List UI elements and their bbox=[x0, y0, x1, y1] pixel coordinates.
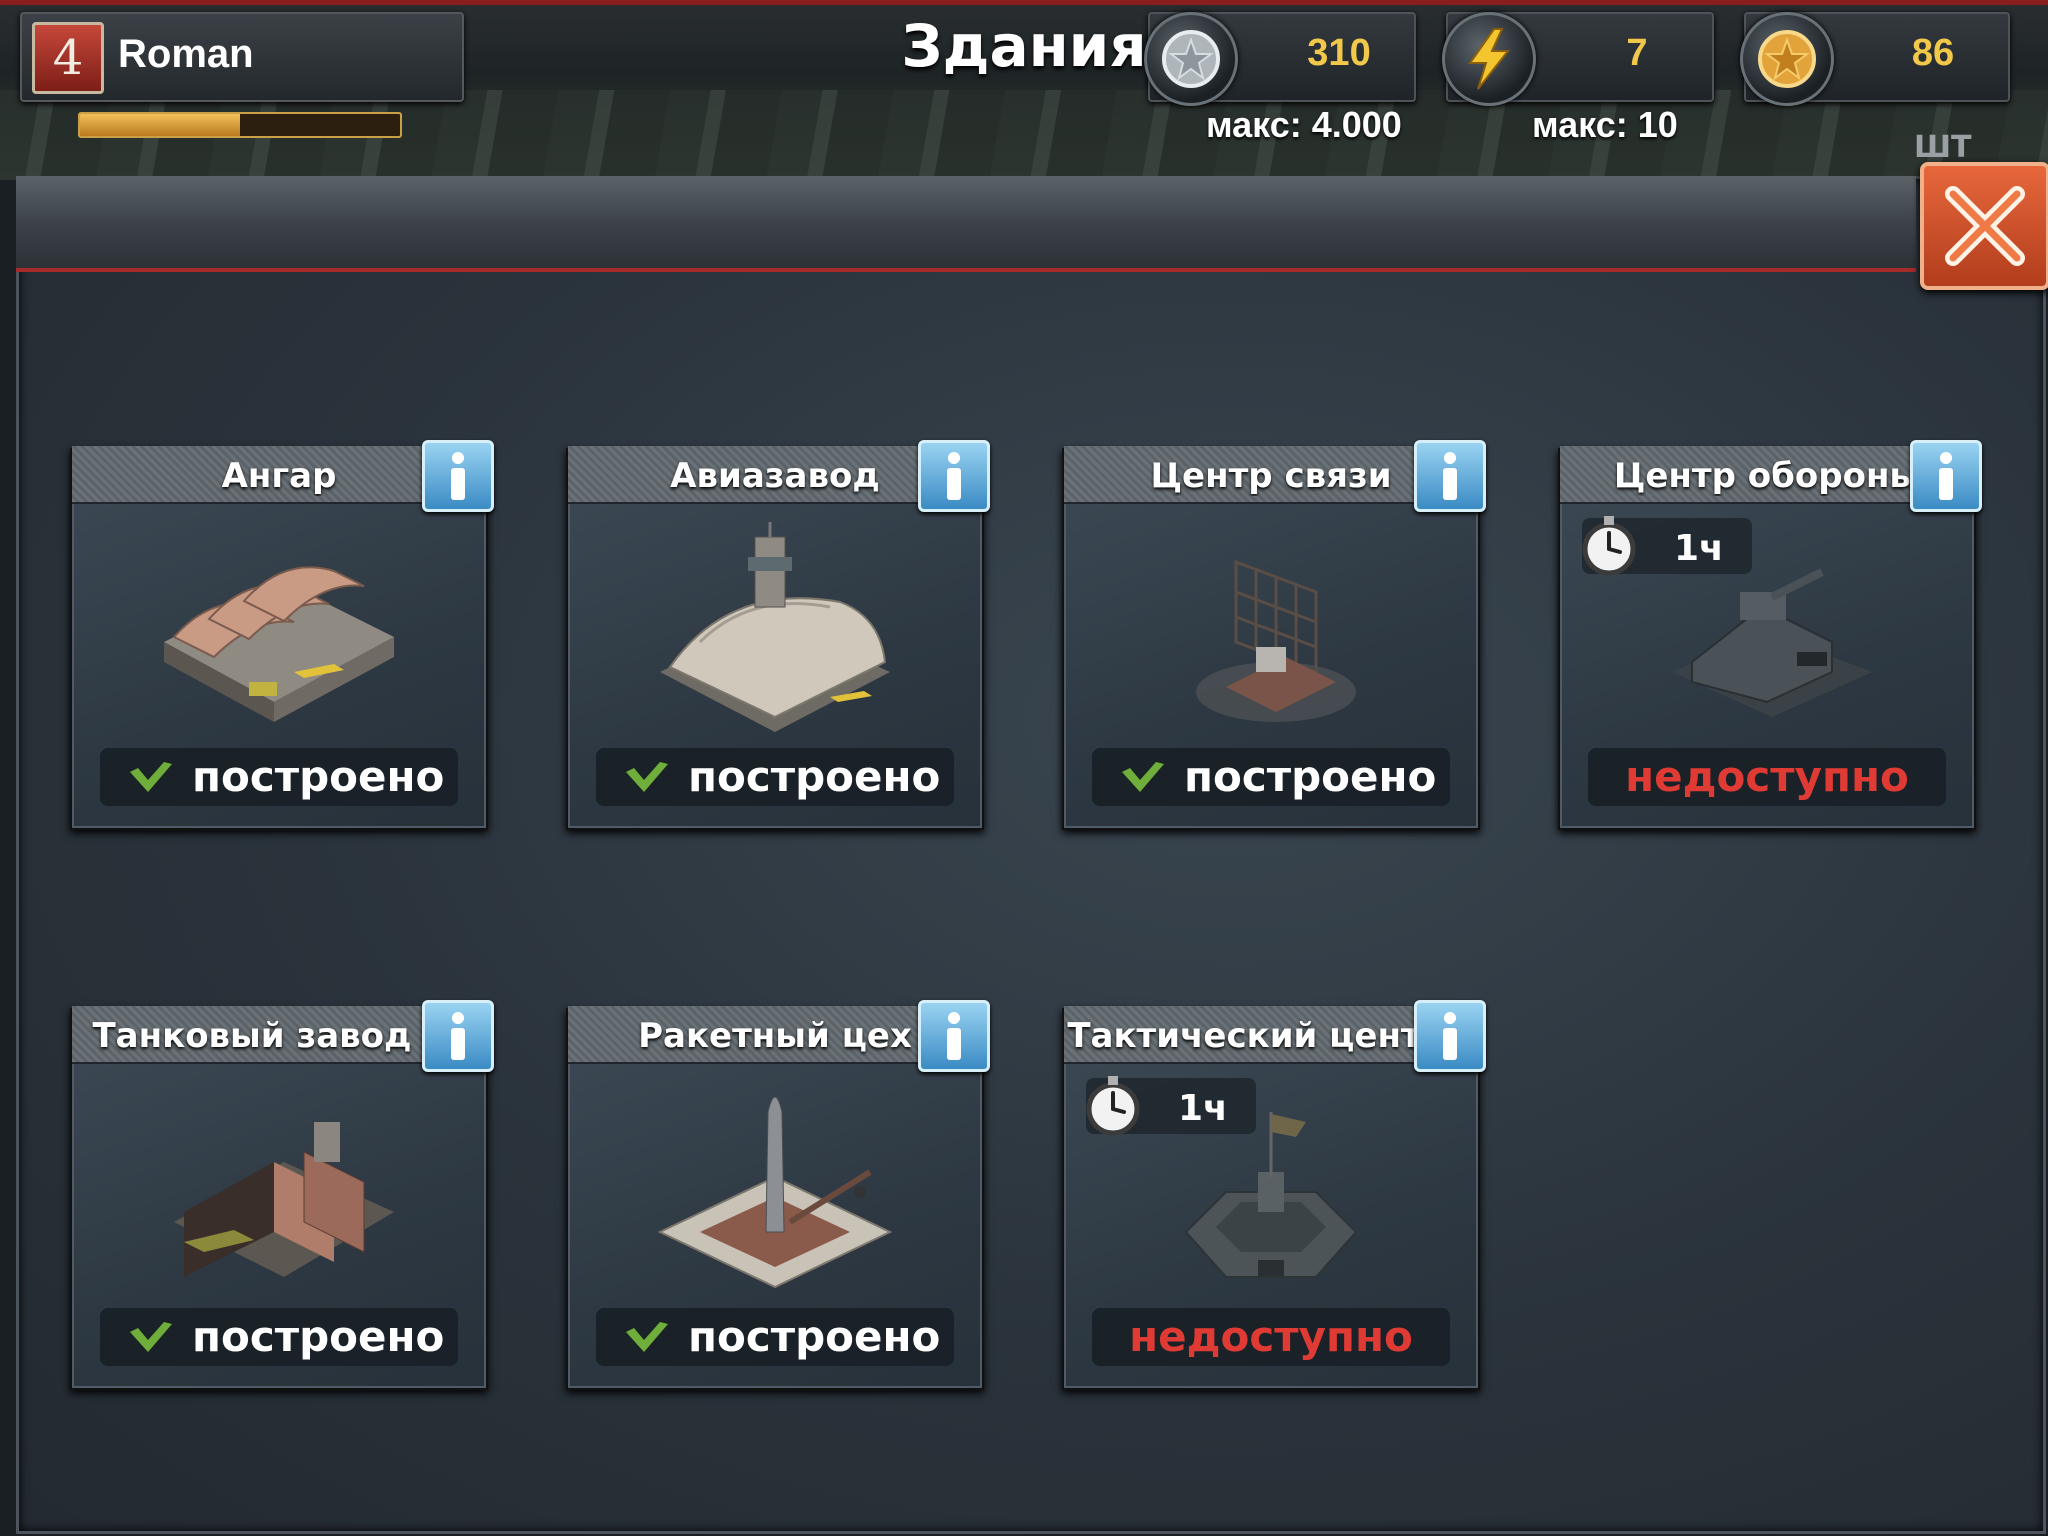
hangar-building-icon bbox=[144, 522, 414, 742]
checkmark-icon bbox=[130, 1322, 172, 1352]
xp-progress-bar bbox=[78, 112, 402, 138]
status-label: построено bbox=[688, 752, 941, 801]
status-label: построено bbox=[192, 1312, 445, 1361]
status-label: недоступно bbox=[1625, 752, 1909, 801]
building-card-tank-factory[interactable]: Танковый завод построено bbox=[70, 1000, 494, 1390]
silver-star-coin-icon bbox=[1144, 12, 1238, 106]
info-button[interactable] bbox=[918, 1000, 990, 1072]
close-button[interactable] bbox=[1920, 162, 2048, 290]
close-x-icon bbox=[1945, 186, 2025, 266]
status-row: построено bbox=[596, 1308, 954, 1366]
info-button[interactable] bbox=[918, 440, 990, 512]
status-label: построено bbox=[688, 1312, 941, 1361]
rocket-launch-pad-icon bbox=[640, 1082, 910, 1302]
info-button[interactable] bbox=[422, 440, 494, 512]
status-label: недоступно bbox=[1129, 1312, 1413, 1361]
tactical-center-icon bbox=[1136, 1082, 1406, 1302]
building-card-rocket-workshop[interactable]: Ракетный цех построено bbox=[566, 1000, 990, 1390]
energy-resource[interactable]: 7 bbox=[1442, 12, 1714, 106]
info-icon bbox=[947, 1012, 961, 1060]
status-row: построено bbox=[596, 748, 954, 806]
player-name: Roman bbox=[118, 32, 254, 76]
status-row: построено bbox=[100, 1308, 458, 1366]
energy-max: макс: 10 bbox=[1532, 104, 1678, 145]
energy-value: 7 bbox=[1626, 32, 1648, 74]
gold-resource[interactable]: 86 bbox=[1740, 12, 2010, 106]
checkmark-icon bbox=[1122, 762, 1164, 792]
status-row: недоступно bbox=[1092, 1308, 1450, 1366]
info-button[interactable] bbox=[1414, 440, 1486, 512]
gold-value: 86 bbox=[1911, 32, 1955, 74]
building-card-hangar[interactable]: Ангар построено bbox=[70, 440, 494, 830]
gold-star-coin-icon bbox=[1740, 12, 1834, 106]
status-row: недоступно bbox=[1588, 748, 1946, 806]
building-card-defense-center[interactable]: Центр обороны 1ч недоступно bbox=[1558, 440, 1982, 830]
info-icon bbox=[451, 1012, 465, 1060]
status-label: построено bbox=[1184, 752, 1437, 801]
checkmark-icon bbox=[626, 1322, 668, 1352]
building-name: Тактический цент bbox=[1067, 1016, 1421, 1056]
xp-progress-fill bbox=[80, 114, 240, 136]
info-button[interactable] bbox=[422, 1000, 494, 1072]
panel-header bbox=[16, 176, 1916, 272]
status-row: построено bbox=[100, 748, 458, 806]
info-icon bbox=[1443, 1012, 1457, 1060]
status-row: построено bbox=[1092, 748, 1450, 806]
player-level-badge: 4 bbox=[32, 22, 104, 94]
silver-max: макс: 4.000 bbox=[1206, 104, 1402, 145]
info-icon bbox=[1939, 452, 1953, 500]
defense-bunker-icon bbox=[1632, 522, 1902, 742]
player-panel[interactable]: 4 Roman bbox=[20, 12, 464, 102]
aircraft-factory-icon bbox=[640, 522, 910, 742]
building-card-tactical-center[interactable]: Тактический цент 1ч недоступно bbox=[1062, 1000, 1486, 1390]
silver-value: 310 bbox=[1307, 32, 1371, 74]
building-name: Танковый завод bbox=[92, 1016, 412, 1056]
info-button[interactable] bbox=[1910, 440, 1982, 512]
status-label: построено bbox=[192, 752, 445, 801]
hud-edge-label: ШТ bbox=[1914, 130, 1972, 165]
info-icon bbox=[451, 452, 465, 500]
info-icon bbox=[1443, 452, 1457, 500]
silver-resource[interactable]: 310 bbox=[1144, 12, 1416, 106]
radar-comms-icon bbox=[1136, 522, 1406, 742]
checkmark-icon bbox=[626, 762, 668, 792]
tank-factory-icon bbox=[144, 1082, 414, 1302]
building-card-comms-center[interactable]: Центр связи построено bbox=[1062, 440, 1486, 830]
lightning-energy-icon bbox=[1442, 12, 1536, 106]
info-icon bbox=[947, 452, 961, 500]
building-card-aircraft-factory[interactable]: Авиазавод построено bbox=[566, 440, 990, 830]
checkmark-icon bbox=[130, 762, 172, 792]
info-button[interactable] bbox=[1414, 1000, 1486, 1072]
